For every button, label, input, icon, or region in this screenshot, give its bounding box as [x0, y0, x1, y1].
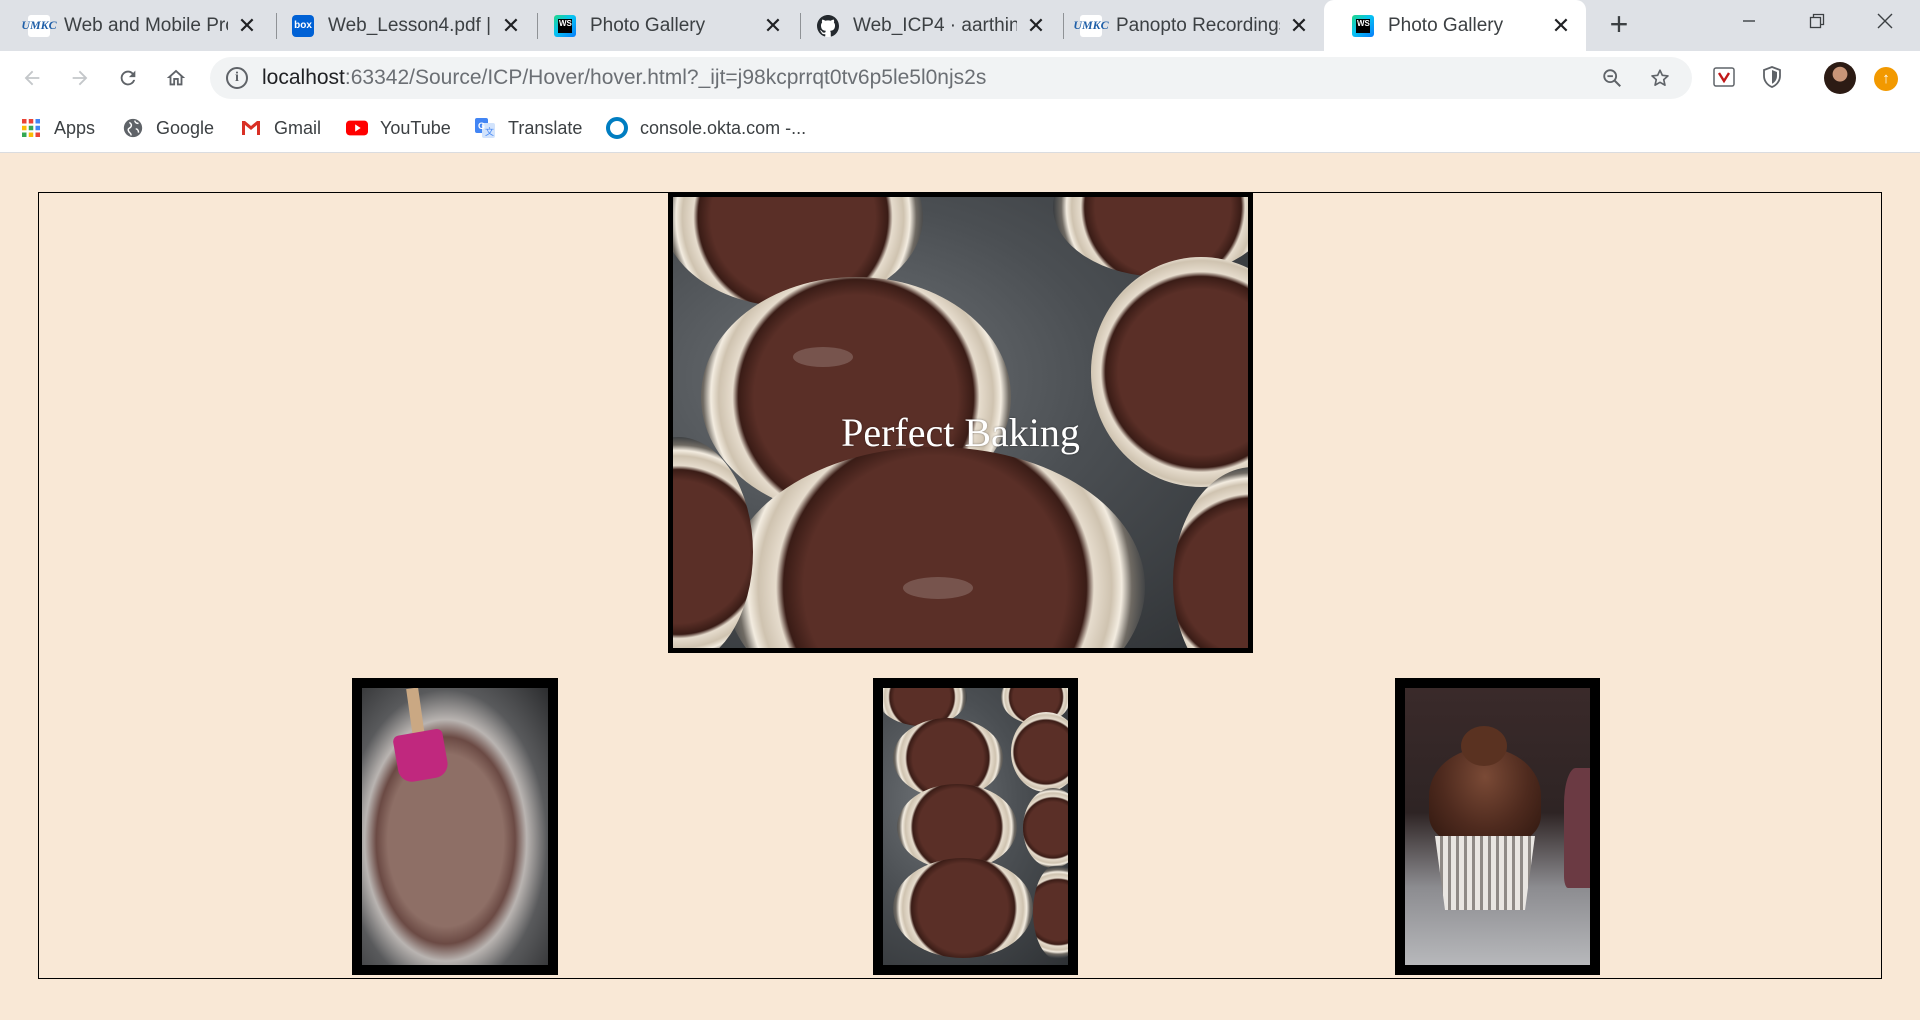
- bookmark-label: Apps: [54, 117, 96, 138]
- photo-detail: [1461, 726, 1507, 766]
- thumbnail-muffin-tin[interactable]: [873, 678, 1078, 975]
- bookmark-google[interactable]: Google: [122, 114, 214, 142]
- thumbnail-photo[interactable]: [883, 688, 1068, 965]
- reload-icon[interactable]: [110, 60, 146, 96]
- thumbnail-cupcake[interactable]: [1395, 678, 1600, 975]
- close-icon[interactable]: ✕: [762, 13, 784, 38]
- tab-title: Web_Lesson4.pdf | Po: [328, 14, 492, 36]
- close-icon[interactable]: ✕: [236, 13, 258, 38]
- star-bookmark-icon[interactable]: [1646, 64, 1674, 92]
- bookmark-label: Translate: [508, 117, 583, 138]
- youtube-icon: [346, 117, 368, 139]
- zoom-out-icon[interactable]: [1598, 64, 1626, 92]
- photo-detail: [897, 784, 1017, 870]
- featured-caption: Perfect Baking: [841, 410, 1080, 455]
- featured-image-frame[interactable]: Perfect Baking: [668, 192, 1253, 653]
- browser-tab[interactable]: UMKC Panopto Recordings ✕: [1052, 0, 1324, 51]
- update-arrow-icon[interactable]: ↑: [1874, 67, 1898, 91]
- photo-detail: [1564, 768, 1590, 888]
- bookmark-label: YouTube: [380, 117, 451, 138]
- minimize-icon[interactable]: [1724, 0, 1774, 42]
- browser-tab[interactable]: Web_ICP4 · aarthinag ✕: [789, 0, 1061, 51]
- profile-avatar[interactable]: [1824, 62, 1856, 94]
- close-window-icon[interactable]: [1860, 0, 1910, 42]
- github-icon: [817, 14, 839, 37]
- umkc-icon: UMKC: [1073, 14, 1109, 37]
- thumbnail-batter[interactable]: [352, 678, 558, 975]
- bookmark-label: console.okta.com -...: [640, 117, 807, 138]
- bookmark-youtube[interactable]: YouTube: [346, 114, 451, 142]
- bookmark-label: Google: [156, 117, 215, 138]
- photo-detail: [793, 347, 853, 367]
- webstorm-icon: WS: [554, 14, 576, 37]
- bookmark-okta[interactable]: console.okta.com -...: [606, 114, 806, 142]
- umkc-icon: UMKC: [21, 14, 57, 37]
- bookmarks-bar: Apps Google Gmail YouTube G文 Translate c…: [0, 104, 1920, 153]
- restore-icon[interactable]: [1792, 0, 1842, 42]
- close-icon[interactable]: ✕: [1025, 13, 1047, 38]
- browser-toolbar: i localhost:63342/Source/ICP/Hover/hover…: [0, 51, 1920, 104]
- browser-tab-active[interactable]: WS Photo Gallery ✕: [1324, 0, 1586, 51]
- tab-strip: UMKC Web and Mobile Pro ✕ box Web_Lesson…: [0, 0, 1920, 51]
- svg-text:文: 文: [485, 126, 494, 137]
- bookmark-gmail[interactable]: Gmail: [240, 114, 321, 142]
- globe-icon: [122, 117, 144, 139]
- info-icon[interactable]: i: [226, 67, 248, 89]
- apps-grid-icon: [20, 117, 42, 139]
- tab-title: Web and Mobile Pro: [64, 14, 228, 36]
- bookmark-label: Gmail: [274, 117, 322, 138]
- photo-detail: [903, 577, 973, 599]
- thumbnail-photo[interactable]: [362, 688, 548, 965]
- photo-detail: [1173, 467, 1248, 648]
- close-icon[interactable]: ✕: [500, 13, 522, 38]
- browser-tab[interactable]: box Web_Lesson4.pdf | Po ✕: [264, 0, 536, 51]
- okta-icon: [606, 117, 628, 139]
- photo-detail: [1033, 864, 1068, 960]
- close-icon[interactable]: ✕: [1288, 13, 1310, 38]
- tab-title: Panopto Recordings: [1116, 14, 1280, 36]
- address-bar[interactable]: i localhost:63342/Source/ICP/Hover/hover…: [210, 57, 1692, 99]
- forward-arrow-icon[interactable]: [62, 60, 98, 96]
- photo-detail: [1023, 788, 1068, 868]
- translate-icon: G文: [474, 117, 496, 139]
- tab-title: Photo Gallery: [590, 14, 706, 36]
- thumbnail-photo[interactable]: [1405, 688, 1590, 965]
- home-icon[interactable]: [158, 60, 194, 96]
- box-icon: box: [292, 14, 314, 37]
- gmail-icon: [240, 117, 262, 139]
- photo-detail: [1435, 836, 1535, 910]
- shield-extension-icon[interactable]: [1759, 64, 1785, 90]
- close-icon[interactable]: ✕: [1550, 13, 1572, 38]
- mcafee-extension-icon[interactable]: [1711, 64, 1737, 90]
- tab-title: Photo Gallery: [1388, 14, 1504, 36]
- photo-detail: [392, 728, 450, 784]
- webstorm-icon: WS: [1352, 14, 1374, 37]
- browser-tab[interactable]: UMKC Web and Mobile Pro ✕: [0, 0, 272, 51]
- bookmark-apps[interactable]: Apps: [20, 114, 95, 142]
- svg-text:G: G: [478, 121, 485, 131]
- photo-detail: [1011, 712, 1068, 792]
- featured-photo[interactable]: Perfect Baking: [673, 197, 1248, 648]
- address-url[interactable]: localhost:63342/Source/ICP/Hover/hover.h…: [262, 66, 986, 90]
- bookmark-translate[interactable]: G文 Translate: [474, 114, 582, 142]
- browser-tab[interactable]: WS Photo Gallery ✕: [526, 0, 798, 51]
- back-arrow-icon[interactable]: [14, 60, 50, 96]
- new-tab-icon[interactable]: +: [1604, 8, 1634, 40]
- tab-title: Web_ICP4 · aarthinag: [853, 14, 1017, 36]
- photo-detail: [893, 858, 1033, 958]
